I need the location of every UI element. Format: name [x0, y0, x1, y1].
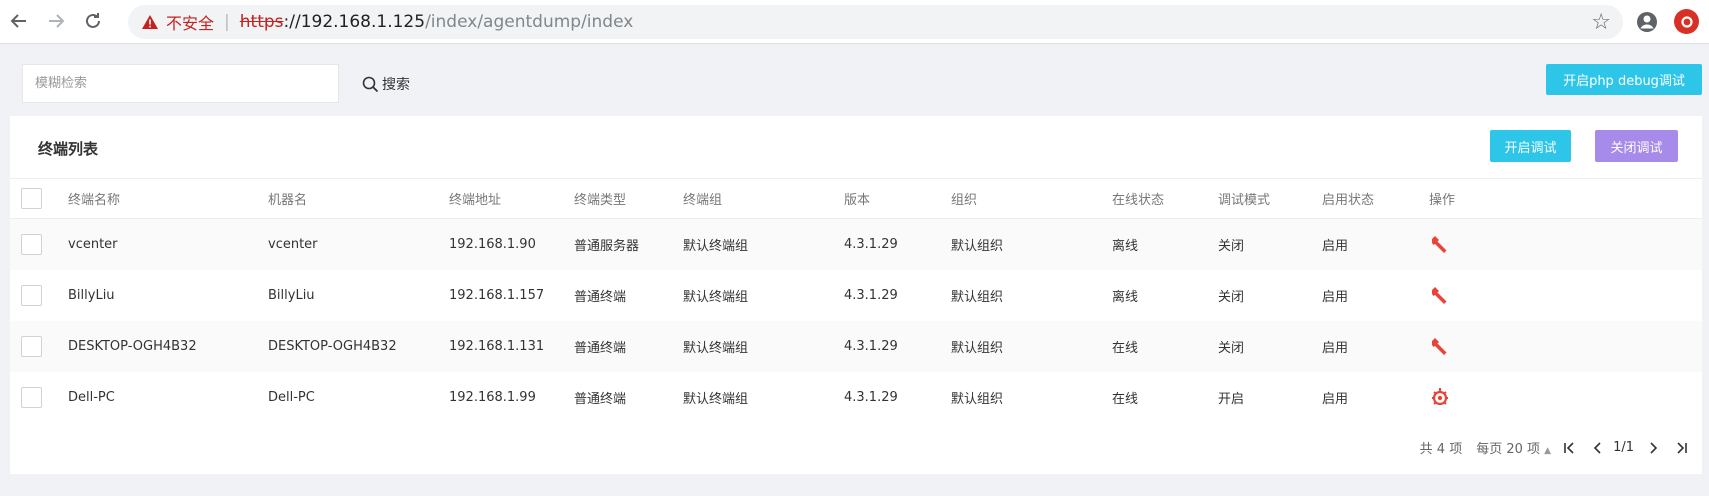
- row-checkbox[interactable]: [21, 284, 42, 306]
- cell-ip: 192.168.1.131: [449, 338, 545, 354]
- cell-org: 默认组织: [951, 391, 1004, 407]
- cell-machine: Dell-PC: [268, 389, 315, 405]
- wrench-icon[interactable]: [1429, 284, 1451, 306]
- cell-group: 默认终端组: [683, 289, 749, 305]
- prev-page-icon[interactable]: [1589, 439, 1607, 457]
- cell-org: 默认组织: [951, 340, 1004, 356]
- terminal-table: 终端名称 机器名 终端地址 终端类型 终端组 版本 组织 在线状态 调试模式 启…: [10, 178, 1702, 423]
- browser-toolbar: 不安全 | https ://192.168.1.125 /index/agen…: [0, 0, 1709, 44]
- pagination: 共 4 项 每页 20 项 ▲ 1/1: [1420, 438, 1690, 457]
- cell-type: 普通终端: [574, 391, 627, 407]
- cell-debug: 关闭: [1218, 238, 1245, 254]
- table-row: BillyLiu BillyLiu 192.168.1.157 普通终端 默认终…: [10, 270, 1702, 321]
- enable-php-debug-button[interactable]: 开启php debug调试: [1546, 64, 1702, 95]
- address-bar[interactable]: 不安全 | https ://192.168.1.125 /index/agen…: [128, 5, 1623, 39]
- cell-debug: 关闭: [1218, 340, 1245, 356]
- cell-online: 离线: [1112, 238, 1139, 254]
- cell-version: 4.3.1.29: [844, 389, 898, 405]
- cell-version: 4.3.1.29: [844, 287, 898, 303]
- cell-name: DESKTOP-OGH4B32: [68, 338, 197, 354]
- cell-enabled: 启用: [1322, 289, 1349, 305]
- cell-ip: 192.168.1.90: [449, 236, 536, 252]
- next-page-icon[interactable]: [1644, 439, 1662, 457]
- extension-icon[interactable]: [1674, 9, 1699, 34]
- first-page-icon[interactable]: [1561, 439, 1579, 457]
- column-header: 终端类型: [574, 193, 627, 208]
- cell-enabled: 启用: [1322, 238, 1349, 254]
- cell-type: 普通终端: [574, 340, 627, 356]
- cell-debug: 关闭: [1218, 289, 1245, 305]
- cell-name: vcenter: [68, 236, 118, 252]
- search-button[interactable]: 搜索: [362, 70, 410, 98]
- table-header-row: 终端名称 机器名 终端地址 终端类型 终端组 版本 组织 在线状态 调试模式 启…: [10, 178, 1702, 219]
- page-size-label: 每页 20 项: [1476, 442, 1541, 457]
- bug-icon[interactable]: [1429, 386, 1451, 408]
- terminal-list-card: 终端列表 开启调试 关闭调试 终端名称 机器名 终端地址 终端类型 终端组 版本…: [10, 116, 1702, 474]
- column-header: 终端组: [683, 193, 723, 208]
- row-checkbox[interactable]: [21, 233, 42, 255]
- bookmark-star-icon[interactable]: ☆: [1591, 10, 1611, 35]
- select-all-checkbox[interactable]: [21, 188, 42, 209]
- table-row: Dell-PC Dell-PC 192.168.1.99 普通终端 默认终端组 …: [10, 372, 1702, 423]
- cell-online: 在线: [1112, 340, 1139, 356]
- insecure-label: 不安全: [166, 14, 215, 33]
- column-header: 机器名: [268, 193, 308, 208]
- cell-online: 离线: [1112, 289, 1139, 305]
- card-title: 终端列表: [38, 140, 99, 158]
- total-count: 共 4 项: [1419, 442, 1463, 457]
- cell-group: 默认终端组: [683, 238, 749, 254]
- back-arrow-icon[interactable]: [6, 8, 32, 34]
- cell-org: 默认组织: [951, 238, 1004, 254]
- profile-icon[interactable]: [1635, 10, 1659, 34]
- last-page-icon[interactable]: [1672, 439, 1690, 457]
- column-header: 调试模式: [1218, 193, 1271, 208]
- cell-version: 4.3.1.29: [844, 338, 898, 354]
- cell-version: 4.3.1.29: [844, 236, 898, 252]
- column-header: 终端名称: [68, 193, 121, 208]
- cell-group: 默认终端组: [683, 340, 749, 356]
- wrench-icon[interactable]: [1429, 335, 1451, 357]
- search-button-label: 搜索: [382, 77, 410, 93]
- column-header: 组织: [951, 193, 978, 208]
- search-icon: [362, 76, 379, 92]
- cell-debug: 开启: [1218, 391, 1245, 407]
- cell-name: BillyLiu: [68, 287, 115, 303]
- cell-online: 在线: [1112, 391, 1139, 407]
- reload-icon[interactable]: [80, 8, 106, 34]
- cell-type: 普通终端: [574, 289, 627, 305]
- row-checkbox[interactable]: [21, 386, 42, 408]
- column-header: 版本: [844, 193, 871, 208]
- caret-up-icon: ▲: [1544, 446, 1552, 456]
- address-separator: |: [224, 12, 230, 32]
- column-header: 在线状态: [1112, 193, 1165, 208]
- cell-enabled: 启用: [1322, 340, 1349, 356]
- open-debug-button[interactable]: 开启调试: [1490, 130, 1571, 162]
- close-debug-button[interactable]: 关闭调试: [1595, 130, 1678, 162]
- page-size-select[interactable]: 每页 20 项 ▲: [1476, 438, 1551, 457]
- cell-machine: BillyLiu: [268, 287, 315, 303]
- column-header: 启用状态: [1322, 193, 1375, 208]
- page-indicator: 1/1: [1613, 440, 1634, 455]
- cell-group: 默认终端组: [683, 391, 749, 407]
- table-row: vcenter vcenter 192.168.1.90 普通服务器 默认终端组…: [10, 218, 1702, 270]
- cell-enabled: 启用: [1322, 391, 1349, 407]
- column-header: 终端地址: [449, 193, 502, 208]
- table-row: DESKTOP-OGH4B32 DESKTOP-OGH4B32 192.168.…: [10, 320, 1702, 372]
- search-input[interactable]: [22, 64, 339, 103]
- cell-name: Dell-PC: [68, 389, 115, 405]
- url-scheme: https: [239, 12, 284, 32]
- cell-ip: 192.168.1.99: [449, 389, 536, 405]
- warning-icon: [140, 12, 160, 32]
- cell-org: 默认组织: [951, 289, 1004, 305]
- url-host: ://192.168.1.125: [283, 12, 426, 32]
- column-header: 操作: [1429, 193, 1456, 208]
- cell-type: 普通服务器: [574, 238, 640, 254]
- url-path: /index/agentdump/index: [425, 12, 634, 32]
- wrench-icon[interactable]: [1429, 233, 1451, 255]
- cell-machine: DESKTOP-OGH4B32: [268, 338, 397, 354]
- cell-ip: 192.168.1.157: [449, 287, 545, 303]
- forward-arrow-icon[interactable]: [43, 8, 69, 34]
- row-checkbox[interactable]: [21, 335, 42, 357]
- cell-machine: vcenter: [268, 236, 318, 252]
